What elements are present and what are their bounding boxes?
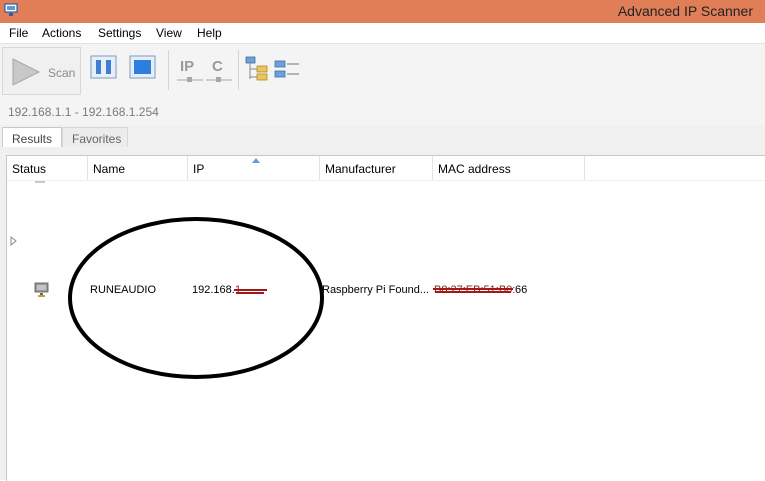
pause-button[interactable]	[86, 49, 122, 85]
menu-view[interactable]: View	[156, 26, 182, 40]
device-name: RUNEAUDIO	[90, 284, 157, 296]
partial-row-icon	[35, 181, 45, 183]
toolbar-separator	[168, 50, 169, 90]
column-header-status[interactable]: Status	[7, 156, 88, 180]
menu-bar: File Actions Settings View Help	[0, 23, 765, 43]
mac-redaction-mark	[435, 291, 511, 293]
device-ip: 192.168.	[192, 284, 235, 296]
app-network-icon	[4, 3, 18, 16]
toolbar-separator	[238, 50, 239, 90]
header-divider	[7, 180, 765, 181]
mac-redaction-mark	[433, 288, 513, 290]
ip-icon-label: IP	[180, 58, 195, 75]
window-title: Advanced IP Scanner	[617, 3, 753, 19]
tabs-bar: Results Favorites	[0, 125, 765, 147]
column-header-name[interactable]: Name	[88, 156, 188, 180]
menu-help[interactable]: Help	[197, 26, 222, 40]
ip-redaction-mark	[236, 292, 264, 294]
collapse-all-button[interactable]	[272, 49, 308, 85]
menu-file[interactable]: File	[9, 26, 28, 40]
device-mac: 66	[515, 284, 528, 296]
column-header-manufacturer[interactable]: Manufacturer	[320, 156, 433, 180]
column-header-mac[interactable]: MAC address	[433, 156, 585, 180]
tree-expand-icon	[245, 56, 268, 81]
scan-label: Scan	[48, 66, 76, 80]
device-mac-redacted: B8:27:EB:51:B0:	[434, 284, 516, 296]
scan-button[interactable]: Scan	[2, 47, 81, 95]
ip-redaction-mark	[234, 289, 267, 291]
pause-icon	[90, 55, 117, 79]
toolbar: Scan IP C	[0, 43, 765, 100]
results-panel: Status Name IP Manufacturer MAC address …	[0, 147, 765, 481]
menu-actions[interactable]: Actions	[42, 26, 81, 40]
c-icon-label: C	[212, 58, 223, 75]
ip-network-icon	[177, 77, 203, 82]
title-bar: Advanced IP Scanner	[0, 0, 765, 23]
tab-favorites[interactable]: Favorites	[62, 127, 128, 147]
table-row[interactable]: RUNEAUDIO 192.168. 1··· Raspberry Pi Fou…	[7, 282, 765, 306]
computer-icon	[34, 282, 49, 297]
sort-ascending-icon	[252, 158, 260, 163]
c-network-icon	[206, 77, 232, 82]
stop-button[interactable]	[125, 49, 161, 85]
stop-icon	[129, 55, 156, 79]
ip-range-input[interactable]	[0, 101, 765, 123]
menu-settings[interactable]: Settings	[98, 26, 141, 40]
play-icon	[12, 58, 41, 86]
tab-results[interactable]: Results	[2, 127, 62, 147]
device-manufacturer: Raspberry Pi Found...	[322, 284, 429, 296]
expand-chevron-icon[interactable]	[10, 236, 18, 246]
results-list: Status Name IP Manufacturer MAC address …	[6, 155, 765, 481]
ip-range-bar	[0, 99, 765, 126]
c-button[interactable]: C	[203, 49, 239, 85]
tree-collapse-icon	[274, 60, 299, 78]
